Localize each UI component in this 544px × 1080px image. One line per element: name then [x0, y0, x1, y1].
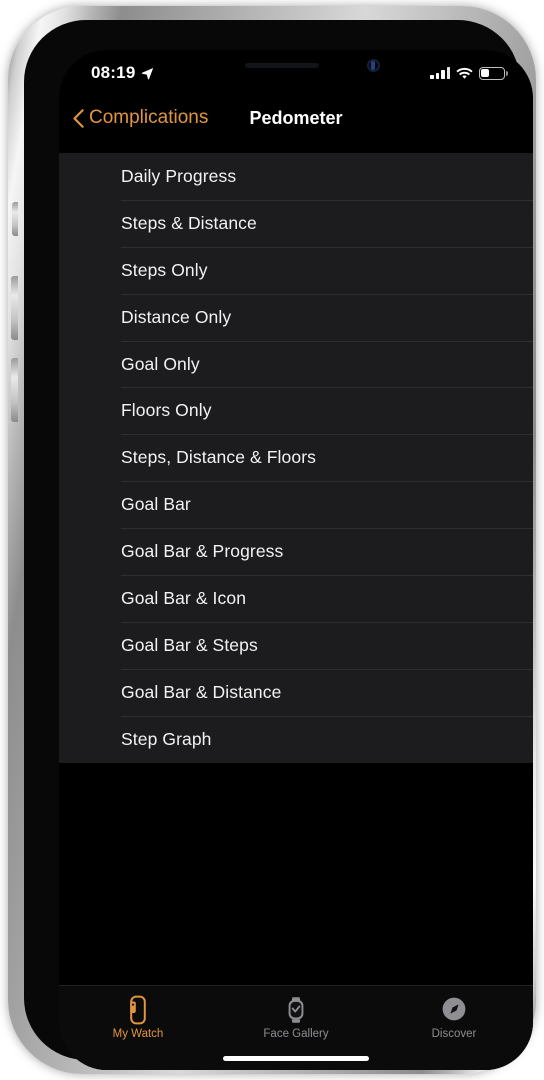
list-item-label: Goal Bar & Icon	[121, 587, 247, 608]
tab-my-watch[interactable]: My Watch	[59, 995, 217, 1040]
watch-face-icon	[284, 995, 308, 1025]
list-item-label: Step Graph	[121, 728, 212, 749]
list-item[interactable]: Step Graph	[59, 715, 533, 763]
status-bar-right	[430, 66, 508, 80]
list-item[interactable]: Goal Bar & Progress	[59, 528, 533, 575]
page-title: Pedometer	[249, 107, 343, 128]
volume-down-button[interactable]	[11, 358, 18, 422]
tab-my-watch-label: My Watch	[112, 1028, 164, 1040]
location-arrow-icon	[142, 67, 154, 79]
status-bar-left: 08:19	[85, 63, 154, 83]
list-item[interactable]: Goal Only	[59, 340, 533, 388]
list-item[interactable]: Steps Only	[59, 246, 533, 294]
tab-face-gallery[interactable]: Face Gallery	[217, 995, 375, 1040]
list-item-label: Steps, Distance & Floors	[121, 447, 316, 468]
list-item-label: Goal Bar & Progress	[121, 541, 284, 562]
tab-face-gallery-label: Face Gallery	[263, 1028, 329, 1040]
cellular-signal-icon	[430, 67, 450, 79]
status-time: 08:19	[91, 63, 136, 82]
chevron-left-icon	[73, 108, 84, 128]
list-item[interactable]: Daily Progress	[59, 153, 533, 200]
list-item-label: Steps & Distance	[121, 212, 257, 233]
wifi-icon	[456, 67, 473, 79]
earpiece-speaker-icon	[245, 63, 319, 68]
list-item-label: Floors Only	[121, 400, 212, 421]
compass-icon	[441, 995, 467, 1025]
list-item-label: Steps Only	[121, 259, 208, 280]
battery-fill	[481, 68, 489, 78]
phone-screen: 08:19 Complications Pedometer Daily Prog…	[59, 50, 533, 1070]
list-item[interactable]: Floors Only	[59, 387, 533, 434]
back-button-label: Complications	[89, 107, 209, 128]
list-item[interactable]: Steps, Distance & Floors	[59, 434, 533, 481]
list-item-label: Goal Bar & Distance	[121, 681, 282, 702]
device-frame: 08:19 Complications Pedometer Daily Prog…	[8, 6, 536, 1074]
home-indicator[interactable]	[223, 1055, 369, 1061]
front-camera-icon	[367, 59, 380, 72]
battery-icon	[479, 66, 508, 80]
list-item[interactable]: Goal Bar & Distance	[59, 668, 533, 716]
navigation-bar: Complications Pedometer	[59, 96, 533, 140]
list-item[interactable]: Goal Bar & Steps	[59, 621, 533, 669]
device-bezel: 08:19 Complications Pedometer Daily Prog…	[24, 20, 533, 1070]
list-item-label: Daily Progress	[121, 165, 237, 186]
volume-up-button[interactable]	[11, 276, 18, 340]
list-item-label: Goal Bar & Steps	[121, 634, 258, 655]
list-item-label: Distance Only	[121, 306, 232, 327]
list-item[interactable]: Distance Only	[59, 293, 533, 341]
list-item[interactable]: Goal Bar & Icon	[59, 575, 533, 622]
complication-list-group: Daily Progress Steps & Distance Steps Only…	[59, 153, 533, 763]
complication-list: Daily Progress Steps & Distance Steps Only…	[59, 153, 533, 985]
silence-switch[interactable]	[12, 202, 18, 236]
list-item-label: Goal Bar	[121, 494, 191, 515]
tab-discover-label: Discover	[431, 1028, 477, 1040]
back-button[interactable]: Complications	[59, 107, 208, 129]
list-item-label: Goal Only	[121, 353, 200, 374]
apple-watch-icon	[126, 995, 150, 1025]
list-item[interactable]: Steps & Distance	[59, 199, 533, 247]
list-item[interactable]: Goal Bar	[59, 481, 533, 528]
tab-discover[interactable]: Discover	[375, 995, 533, 1040]
notch	[186, 50, 406, 81]
